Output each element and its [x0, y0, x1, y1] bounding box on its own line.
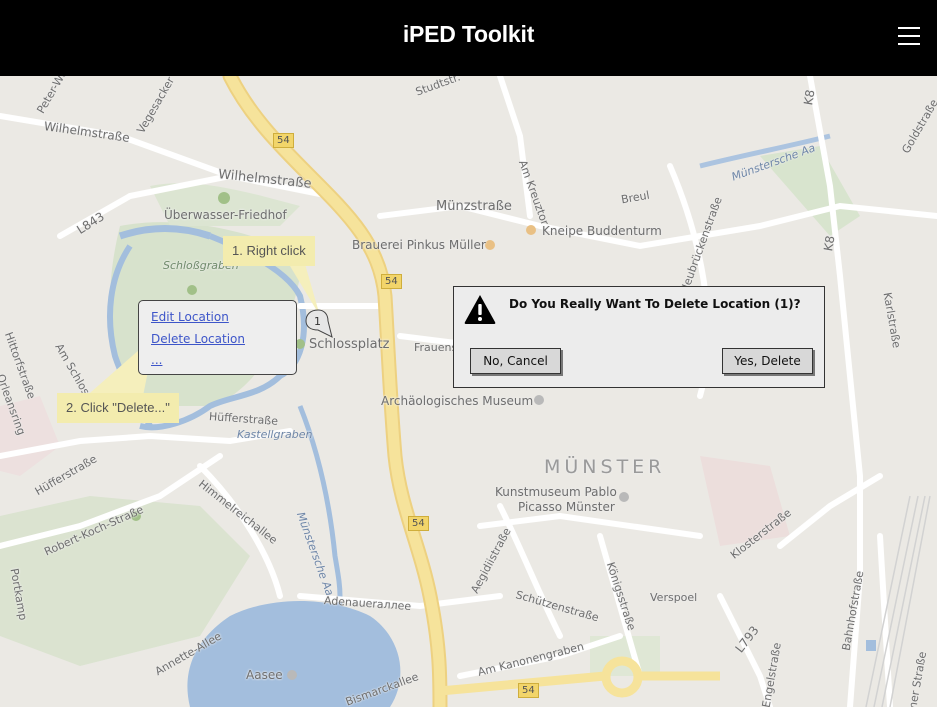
- instruction-note-step2: 2. Click "Delete...": [57, 393, 179, 423]
- place-label: Überwasser-Friedhof: [164, 208, 287, 222]
- road-shield: 54: [518, 683, 539, 698]
- marker-number: 1: [314, 315, 321, 328]
- place-label: Kneipe Buddenturm: [542, 224, 662, 238]
- road-shield: 54: [273, 133, 294, 148]
- map-base-layer: [0, 76, 937, 707]
- place-label: Kunstmuseum Pablo: [495, 485, 617, 499]
- context-menu-item-more[interactable]: ...: [151, 353, 162, 367]
- place-label: Aasee: [246, 668, 283, 682]
- dialog-message: Do You Really Want To Delete Location (1…: [509, 297, 801, 311]
- hamburger-menu-icon[interactable]: [898, 25, 922, 49]
- road-label: K8: [821, 234, 838, 253]
- cancel-button[interactable]: No, Cancel: [470, 348, 561, 374]
- instruction-note-step1: 1. Right click: [223, 236, 315, 266]
- warning-icon: [464, 295, 496, 324]
- context-menu: Edit Location Delete Location ...: [138, 300, 297, 375]
- place-label: Picasso Münster: [518, 500, 615, 514]
- context-menu-item-delete[interactable]: Delete Location: [151, 332, 245, 346]
- app-title: iPED Toolkit: [402, 21, 535, 47]
- top-bar: iPED Toolkit: [0, 0, 937, 76]
- location-marker[interactable]: 1: [304, 308, 333, 338]
- street-label: Münzstraße: [436, 199, 512, 214]
- road-shield: 54: [381, 274, 402, 289]
- street-label: Verspoel: [650, 591, 698, 604]
- confirm-delete-button[interactable]: Yes, Delete: [722, 348, 813, 374]
- road-shield: 54: [408, 516, 429, 531]
- water-label: Kastellgraben: [237, 428, 313, 441]
- delete-confirm-dialog: Do You Really Want To Delete Location (1…: [453, 286, 825, 388]
- place-label: Archäologisches Museum: [381, 394, 534, 408]
- place-label: Brauerei Pinkus Müller: [352, 238, 486, 252]
- road-label: K8: [801, 88, 818, 107]
- context-menu-item-edit[interactable]: Edit Location: [151, 310, 229, 324]
- city-label: MÜNSTER: [544, 456, 666, 478]
- map-view[interactable]: Wilhelmstraße Wilhelmstraße L843 Überwas…: [0, 76, 937, 707]
